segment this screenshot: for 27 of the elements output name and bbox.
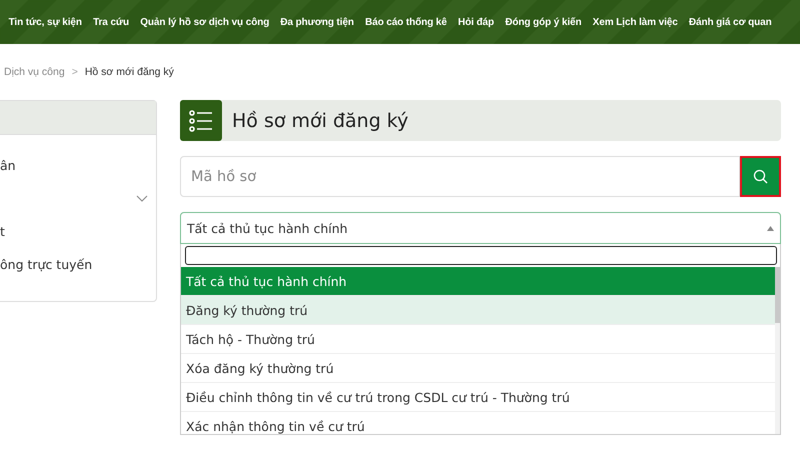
chevron-icon[interactable] <box>136 195 148 202</box>
search-field[interactable]: Mã hồ sơ <box>180 156 740 197</box>
sidebar-item[interactable]: t <box>0 224 5 239</box>
dropdown-search-input[interactable] <box>185 246 777 265</box>
sidebar-item[interactable]: ân <box>0 158 16 173</box>
search-button[interactable] <box>740 156 781 197</box>
nav-link[interactable]: Báo cáo thống kê <box>360 16 452 28</box>
breadcrumb-link[interactable]: Hồ sơ mới đăng ký <box>84 66 174 78</box>
nav-link[interactable]: Xem Lịch làm việc <box>587 16 684 28</box>
nav-link[interactable]: Đa phương tiện <box>274 16 360 28</box>
breadcrumb-separator: > <box>72 66 78 78</box>
nav-link[interactable]: Tra cứu <box>87 16 135 28</box>
page-title: Hồ sơ mới đăng ký <box>232 110 408 132</box>
search-icon <box>753 169 768 184</box>
nav-link[interactable]: Đánh giá cơ quan <box>683 16 778 28</box>
dropdown-option[interactable]: Tất cả thủ tục hành chính <box>181 267 775 296</box>
dropdown-option[interactable]: Đăng ký thường trú <box>181 296 775 325</box>
nav-link[interactable]: Hỏi đáp <box>452 16 500 28</box>
nav-link[interactable]: Tin tức, sự kiện <box>3 16 88 28</box>
breadcrumb-link[interactable]: Dịch vụ công <box>4 66 65 78</box>
procedure-select[interactable]: Tất cả thủ tục hành chính <box>180 212 781 244</box>
scrollbar[interactable] <box>775 267 780 434</box>
nav-link[interactable]: Quản lý hồ sơ dịch vụ công <box>134 16 275 28</box>
list-icon <box>180 100 222 141</box>
sidebar-item[interactable]: ông trực tuyến <box>0 257 92 272</box>
nav-link[interactable]: Đóng góp ý kiến <box>500 16 588 28</box>
caret-icon[interactable] <box>767 226 774 230</box>
